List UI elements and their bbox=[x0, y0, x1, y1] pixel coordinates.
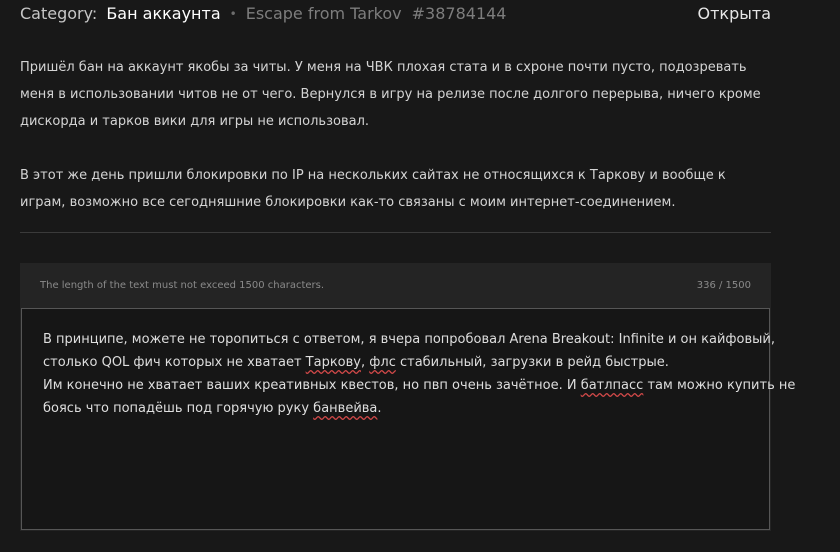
length-hint: The length of the text must not exceed 1… bbox=[40, 279, 325, 291]
category-value: Бан аккаунта bbox=[106, 4, 221, 23]
ticket-message: Пришёл бан на аккаунт якобы за читы. У м… bbox=[20, 54, 771, 216]
misspelled-word[interactable]: банвейва bbox=[313, 401, 377, 416]
reply-panel: The length of the text must not exceed 1… bbox=[20, 263, 796, 531]
misspelled-word[interactable]: Таркову bbox=[306, 355, 361, 370]
reply-line: В принципе, можете не торопиться с ответ… bbox=[43, 332, 775, 347]
separator-dot: • bbox=[229, 7, 237, 21]
misspelled-word[interactable]: батлпасс bbox=[581, 378, 644, 393]
message-paragraph-1: Пришёл бан на аккаунт якобы за читы. У м… bbox=[20, 60, 761, 129]
reply-header: The length of the text must not exceed 1… bbox=[20, 263, 771, 307]
game-name: Escape from Tarkov bbox=[245, 4, 402, 23]
category-label: Category: bbox=[20, 4, 98, 23]
ticket-status: Открыта bbox=[697, 4, 772, 23]
reply-line: столько QOL фич которых не хватает Тарко… bbox=[43, 355, 669, 370]
misspelled-word[interactable]: флс bbox=[369, 355, 396, 370]
character-counter: 336 / 1500 bbox=[696, 279, 751, 291]
reply-textarea[interactable]: В принципе, можете не торопиться с ответ… bbox=[21, 308, 796, 530]
ticket-id: #38784144 bbox=[411, 4, 507, 23]
reply-line: Им конечно не хватает ваших креативных к… bbox=[43, 378, 796, 393]
reply-line: боясь что попадёшь под горячую руку банв… bbox=[43, 401, 382, 416]
ticket-header: Category: Бан аккаунта • Escape from Tar… bbox=[20, 0, 771, 28]
message-paragraph-2: В этот же день пришли блокировки по IP н… bbox=[20, 168, 726, 210]
divider bbox=[20, 232, 771, 233]
